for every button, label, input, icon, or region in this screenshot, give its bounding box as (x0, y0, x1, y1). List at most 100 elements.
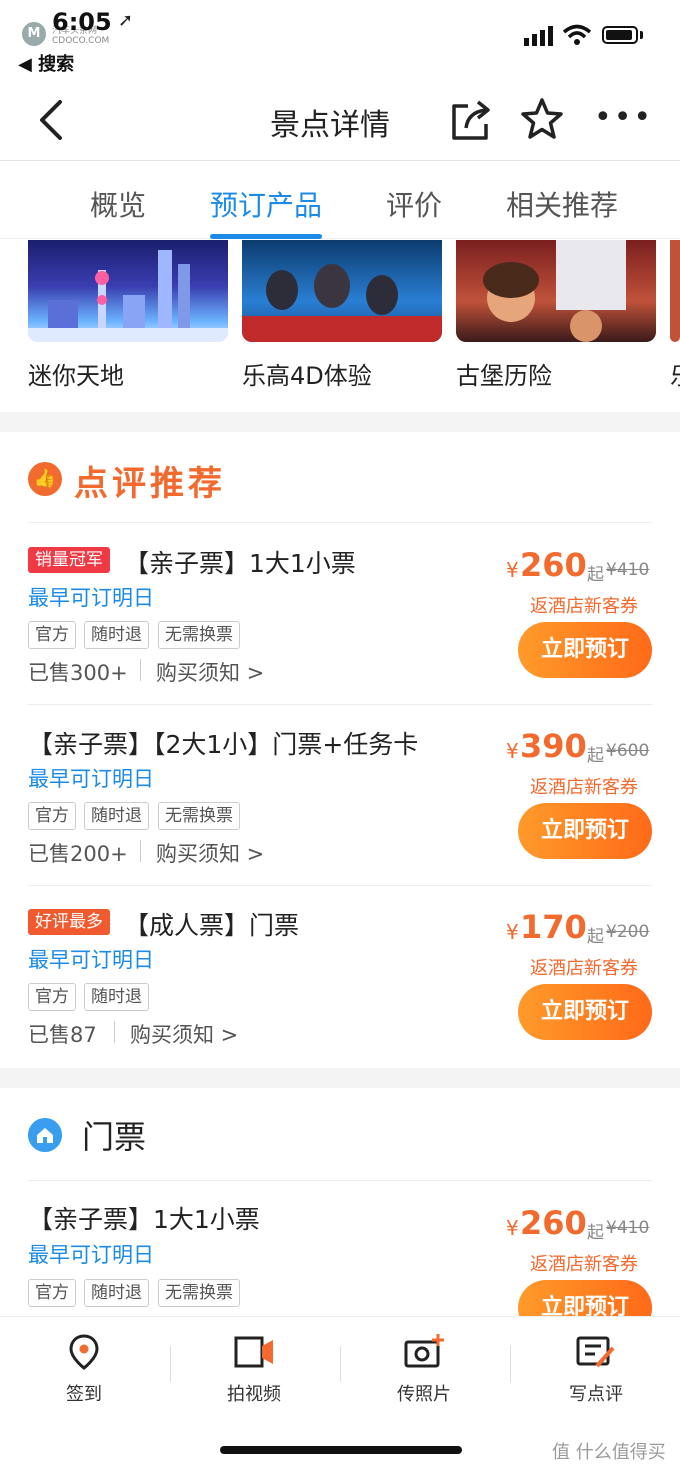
write-review-button[interactable]: 写点评 (536, 1332, 656, 1406)
video-camera-icon (234, 1336, 273, 1368)
thumbnail-lego-4d[interactable] (242, 240, 442, 342)
price-from-label: 起 (587, 565, 604, 585)
price: 260 (520, 1204, 587, 1242)
purchase-notice-link[interactable]: 购买须知 > (156, 838, 264, 868)
badge-best-seller: 销量冠军 (28, 547, 110, 573)
thumbnail-label: 乐高4D体验 (242, 362, 372, 390)
thumbnail-label: 古堡历险 (456, 362, 552, 390)
battery-cap (640, 31, 643, 39)
tag-official: 官方 (28, 621, 76, 649)
hotel-coupon-label: 返酒店新客券 (530, 777, 638, 798)
book-now-button[interactable]: 立即预订 (518, 984, 652, 1040)
thumbs-up-icon: 👍 (28, 462, 62, 496)
watermark-logo-icon: M (22, 22, 46, 46)
tag-refund-anytime: 随时退 (84, 621, 149, 649)
page-title: 景点详情 (270, 108, 390, 143)
wifi-icon (562, 24, 592, 45)
price: 390 (520, 727, 587, 765)
share-icon[interactable] (448, 98, 492, 142)
hotel-coupon-label: 返酒店新客券 (530, 1254, 638, 1275)
badge-top-rated: 好评最多 (28, 909, 110, 935)
price: 170 (520, 908, 587, 946)
location-pin-icon (69, 1334, 99, 1370)
book-date: 最早可订明日 (28, 1243, 154, 1267)
sold-count: 已售87 (28, 1023, 97, 1047)
section-title-tickets: 门票 (82, 1118, 147, 1156)
tab-related[interactable]: 相关推荐 (506, 184, 618, 224)
original-price: ¥600 (606, 741, 650, 761)
signal-icon (524, 26, 553, 46)
shoot-video-button[interactable]: 拍视频 (194, 1332, 314, 1406)
watermark-text: 值 什么值得买 (552, 1442, 666, 1463)
original-price: ¥410 (606, 1218, 650, 1238)
section-gap (0, 412, 680, 432)
nav-divider (0, 160, 680, 161)
section-gap (0, 1068, 680, 1088)
bottom-separator (340, 1346, 341, 1382)
book-now-button[interactable]: 立即预订 (518, 622, 652, 678)
tab-reviews[interactable]: 评价 (386, 184, 442, 224)
tab-overview[interactable]: 概览 (90, 184, 146, 224)
original-price: ¥410 (606, 560, 650, 580)
thumbnail-mini-world[interactable] (28, 240, 228, 342)
purchase-notice-link[interactable]: 购买须知 > (156, 657, 264, 687)
bottom-label: 签到 (66, 1384, 102, 1405)
back-icon[interactable] (34, 98, 74, 142)
sold-count: 已售300+ (28, 661, 128, 685)
back-to-search-link[interactable]: ◀ 搜索 (18, 50, 74, 76)
currency-symbol: ¥ (506, 739, 519, 763)
separator (114, 1021, 115, 1043)
home-ticket-icon (28, 1118, 62, 1152)
hotel-coupon-label: 返酒店新客券 (530, 958, 638, 979)
bottom-label: 写点评 (569, 1384, 623, 1405)
checkin-button[interactable]: 签到 (24, 1332, 144, 1406)
divider (28, 522, 652, 523)
product-name[interactable]: 【亲子票】1大1小票 (124, 544, 356, 580)
tag-refund-anytime: 随时退 (84, 1279, 149, 1307)
sold-count: 已售200+ (28, 842, 128, 866)
bottom-separator (510, 1346, 511, 1382)
price: 260 (520, 546, 587, 584)
home-indicator[interactable] (220, 1446, 462, 1454)
tag-official: 官方 (28, 983, 76, 1011)
thumbnail-partial[interactable] (670, 240, 680, 342)
battery-icon (602, 26, 638, 44)
bottom-label: 传照片 (397, 1384, 451, 1405)
status-time: 6:05 (52, 8, 112, 36)
product-name[interactable]: 【亲子票】【2大1小】门票+任务卡 (28, 725, 418, 761)
currency-symbol: ¥ (506, 1216, 519, 1240)
upload-photo-button[interactable]: 传照片 (364, 1332, 484, 1406)
price-from-label: 起 (587, 927, 604, 947)
divider (28, 1180, 652, 1181)
book-date: 最早可订明日 (28, 586, 154, 610)
favorite-star-icon[interactable] (518, 96, 566, 144)
currency-symbol: ¥ (506, 920, 519, 944)
more-options-icon[interactable]: ••• (594, 103, 653, 133)
thumbnail-castle-adventure[interactable] (456, 240, 656, 342)
bottom-label: 拍视频 (227, 1384, 281, 1405)
separator (140, 840, 141, 862)
price-from-label: 起 (587, 746, 604, 766)
price-from-label: 起 (587, 1223, 604, 1243)
add-photo-icon (404, 1334, 444, 1368)
product-name[interactable]: 【亲子票】1大1小票 (28, 1200, 260, 1236)
hotel-coupon-label: 返酒店新客券 (530, 596, 638, 617)
thumbnail-label: 乐 (670, 356, 680, 391)
tab-booking-products[interactable]: 预订产品 (210, 184, 322, 224)
purchase-notice-link[interactable]: 购买须知 > (130, 1019, 238, 1049)
tab-divider (0, 238, 680, 239)
active-tab-indicator (210, 234, 322, 239)
book-date: 最早可订明日 (28, 767, 154, 791)
section-title-recommend: 点评推荐 (74, 464, 226, 504)
tag-no-exchange: 无需换票 (158, 802, 240, 830)
location-arrow-icon: ➚ (118, 10, 134, 31)
tag-no-exchange: 无需换票 (158, 1279, 240, 1307)
bottom-separator (170, 1346, 171, 1382)
write-review-icon (576, 1336, 615, 1368)
separator (140, 659, 141, 681)
tag-official: 官方 (28, 802, 76, 830)
original-price: ¥200 (606, 922, 650, 942)
currency-symbol: ¥ (506, 558, 519, 582)
book-now-button[interactable]: 立即预订 (518, 803, 652, 859)
product-name[interactable]: 【成人票】门票 (124, 906, 299, 942)
